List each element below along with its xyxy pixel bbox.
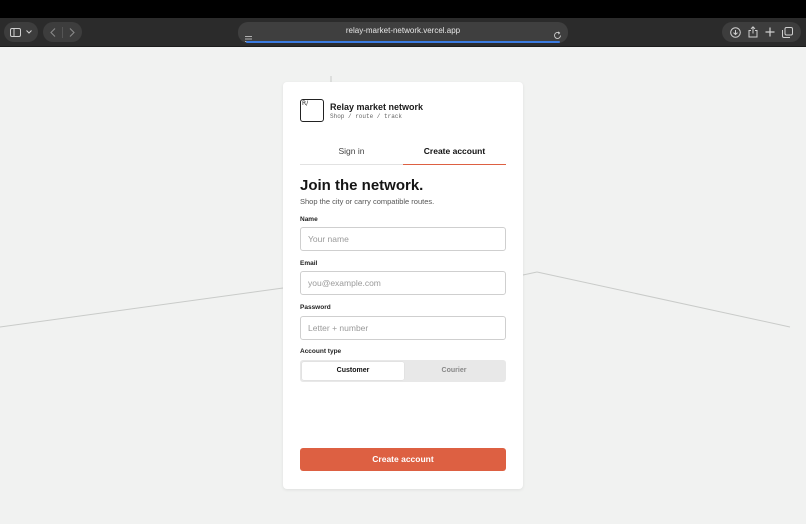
screen-top-bar [0,0,806,18]
brand-name: Relay market network [330,102,424,112]
back-icon[interactable] [50,27,56,37]
account-type-label: Account type [300,348,342,355]
email-label: Email [300,260,318,267]
account-type-courier[interactable]: Courier [403,362,505,380]
sidebar-icon [10,27,21,37]
tab-sign-in[interactable]: Sign in [300,142,403,165]
toolbar-actions [722,22,801,42]
page-load-progress [246,41,560,43]
share-icon[interactable] [748,26,758,38]
brand-logo-mark: R/ [302,100,309,107]
form-heading: Join the network. [300,177,424,194]
nav-divider [62,26,63,38]
address-bar[interactable]: relay-market-network.vercel.app [238,22,568,43]
email-field[interactable] [300,271,506,295]
tabs-overview-icon[interactable] [782,26,794,38]
create-account-button[interactable]: Create account [300,448,506,471]
browser-toolbar: relay-market-network.vercel.app [0,18,806,47]
brand-tagline: Shop / route / track [330,113,403,120]
account-type-toggle: Customer Courier [300,360,506,382]
password-field[interactable] [300,316,506,340]
sidebar-toggle-button[interactable] [4,22,38,42]
account-type-customer[interactable]: Customer [302,362,404,380]
form-subheading: Shop the city or carry compatible routes… [300,197,435,206]
new-tab-icon[interactable] [765,27,775,37]
forward-icon[interactable] [69,27,75,37]
chevron-down-icon [26,30,32,34]
url-text: relay-market-network.vercel.app [345,26,461,35]
name-label: Name [300,216,318,223]
auth-card: R/ Relay market network Shop / route / t… [283,82,523,489]
history-nav [43,22,82,42]
brand-logo: R/ [300,99,324,122]
download-icon[interactable] [729,26,741,38]
auth-tabs: Sign in Create account [300,142,506,165]
name-field[interactable] [300,227,506,251]
password-label: Password [300,304,331,311]
tab-create-account[interactable]: Create account [403,142,506,165]
